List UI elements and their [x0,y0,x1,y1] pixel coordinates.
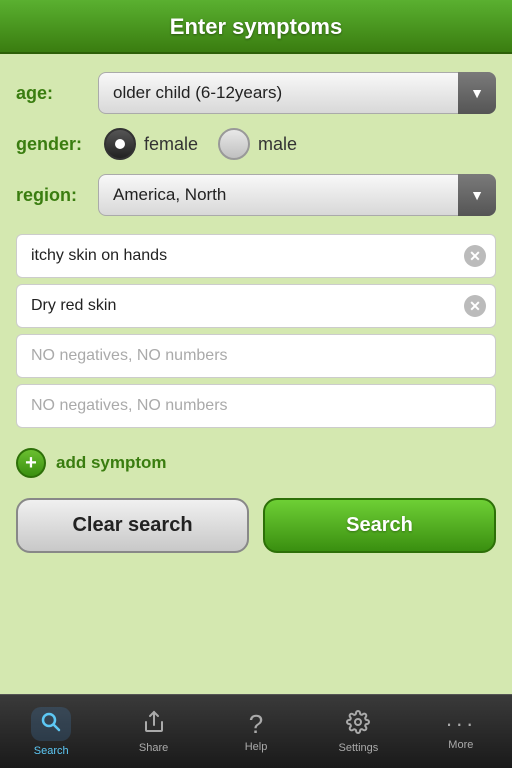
age-dropdown-arrow: ▼ [458,72,496,114]
share-tab-label: Share [139,742,168,754]
symptom-row-2: ✕ [16,284,496,328]
symptom-input-4[interactable] [16,384,496,428]
tab-search-highlight [31,707,71,741]
tab-more[interactable]: ··· More [410,695,512,768]
tab-bar: Search Share ? Help Settings ··· More [0,694,512,768]
region-dropdown-arrow: ▼ [458,174,496,216]
region-row: region: America, North ▼ [16,174,496,216]
tab-help[interactable]: ? Help [205,695,307,768]
symptom-clear-2[interactable]: ✕ [464,295,486,317]
action-row: Clear search Search [16,498,496,553]
clear-search-button[interactable]: Clear search [16,498,249,553]
symptom-row-3 [16,334,496,378]
female-radio-label: female [144,134,198,155]
region-select-wrapper: America, North ▼ [98,174,496,216]
add-symptom-icon[interactable]: + [16,448,46,478]
tab-search[interactable]: Search [0,695,102,768]
help-tab-icon: ? [249,711,263,737]
gender-radio-group: female male [104,128,297,160]
share-tab-icon [142,710,166,738]
help-tab-label: Help [245,741,268,753]
gender-female-option[interactable]: female [104,128,198,160]
symptoms-section: ✕ ✕ [16,234,496,428]
search-button[interactable]: Search [263,498,496,553]
settings-tab-icon [346,710,370,738]
region-value: America, North [113,185,226,205]
app-header: Enter symptoms [0,0,512,54]
more-tab-label: More [448,739,473,751]
female-radio-inner [115,139,125,149]
search-tab-label: Search [34,745,69,757]
symptom-clear-1[interactable]: ✕ [464,245,486,267]
gender-label: gender: [16,134,88,155]
more-tab-icon: ··· [445,713,476,735]
symptom-row-4 [16,384,496,428]
add-symptom-row: + add symptom [16,448,496,478]
settings-tab-label: Settings [339,742,379,754]
region-label: region: [16,185,88,206]
age-label: age: [16,83,88,104]
gender-row: gender: female male [16,128,496,160]
age-select-wrapper: older child (6-12years) ▼ [98,72,496,114]
main-content: age: older child (6-12years) ▼ gender: f… [0,54,512,694]
region-select[interactable]: America, North [98,174,496,216]
age-row: age: older child (6-12years) ▼ [16,72,496,114]
tab-share[interactable]: Share [102,695,204,768]
symptom-input-1[interactable] [16,234,496,278]
add-symptom-label[interactable]: add symptom [56,453,167,473]
symptom-input-2[interactable] [16,284,496,328]
symptom-input-3[interactable] [16,334,496,378]
header-title: Enter symptoms [170,14,342,39]
search-tab-icon [39,714,63,739]
male-radio-circle [218,128,250,160]
gender-male-option[interactable]: male [218,128,297,160]
symptom-row-1: ✕ [16,234,496,278]
age-select[interactable]: older child (6-12years) [98,72,496,114]
tab-settings[interactable]: Settings [307,695,409,768]
male-radio-label: male [258,134,297,155]
female-radio-circle [104,128,136,160]
age-value: older child (6-12years) [113,83,282,103]
